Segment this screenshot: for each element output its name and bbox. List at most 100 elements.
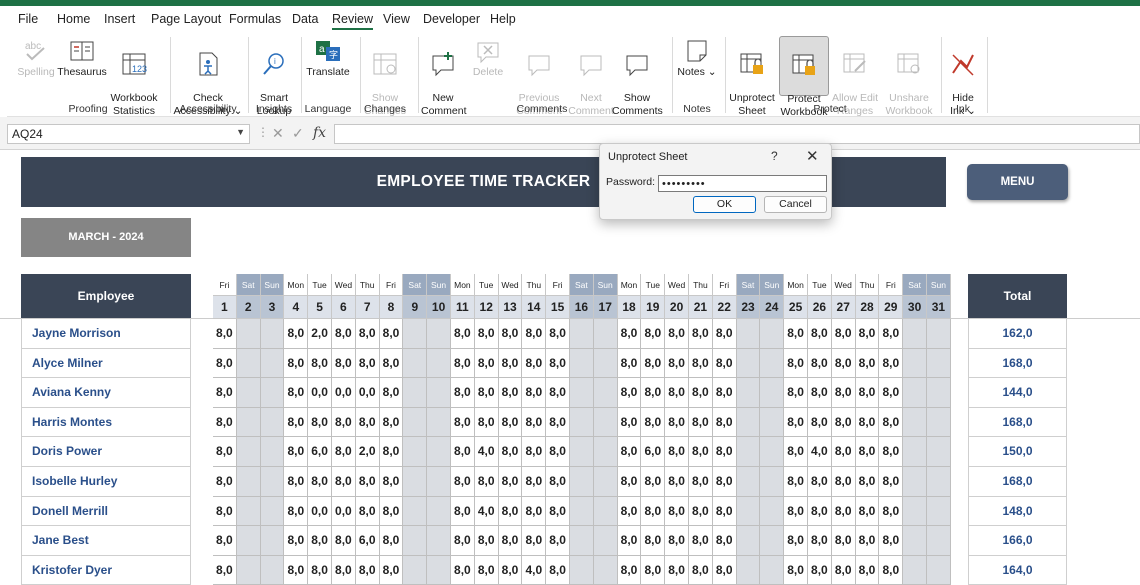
employee-name[interactable]: Kristofer Dyer [21, 555, 191, 585]
hours-cell[interactable]: 8,0 [522, 496, 547, 527]
hours-cell[interactable]: 8,0 [451, 319, 475, 349]
hours-cell[interactable] [236, 555, 261, 585]
hours-cell[interactable]: 8,0 [617, 348, 642, 379]
hours-cell[interactable] [927, 496, 951, 527]
hours-cell[interactable]: 8,0 [689, 319, 713, 349]
hours-cell[interactable]: 8,0 [379, 555, 404, 585]
hours-cell[interactable] [927, 378, 951, 408]
hours-cell[interactable] [736, 407, 761, 438]
hours-cell[interactable]: 8,0 [831, 378, 856, 408]
hours-cell[interactable] [760, 437, 785, 467]
hours-cell[interactable] [570, 496, 594, 527]
hours-cell[interactable] [570, 437, 594, 467]
hours-cell[interactable]: 8,0 [498, 467, 523, 497]
tab-developer[interactable]: Developer [423, 12, 480, 26]
more-options-icon[interactable]: ⋮ [257, 125, 269, 139]
hours-cell[interactable] [570, 378, 594, 408]
hours-cell[interactable]: 8,0 [474, 555, 499, 585]
hours-cell[interactable]: 8,0 [284, 378, 309, 408]
tab-review[interactable]: Review [332, 12, 373, 30]
hours-cell[interactable]: 8,0 [784, 467, 808, 497]
hours-cell[interactable]: 8,0 [831, 467, 856, 497]
hours-cell[interactable] [927, 348, 951, 379]
hours-cell[interactable] [736, 437, 761, 467]
hours-cell[interactable] [593, 437, 618, 467]
hours-cell[interactable]: 8,0 [522, 467, 547, 497]
hours-cell[interactable]: 8,0 [498, 319, 523, 349]
hours-cell[interactable]: 8,0 [379, 348, 404, 379]
employee-name[interactable]: Harris Montes [21, 407, 191, 438]
hours-cell[interactable]: 8,0 [879, 555, 904, 585]
hours-cell[interactable] [760, 378, 785, 408]
hours-cell[interactable]: 8,0 [641, 348, 666, 379]
hours-cell[interactable]: 8,0 [617, 496, 642, 527]
hours-cell[interactable]: 8,0 [498, 526, 523, 556]
hours-cell[interactable]: 8,0 [379, 526, 404, 556]
hours-cell[interactable]: 8,0 [712, 378, 737, 408]
hours-cell[interactable]: 8,0 [831, 496, 856, 527]
hours-cell[interactable]: 0,0 [308, 378, 332, 408]
hours-cell[interactable]: 8,0 [332, 437, 356, 467]
hours-cell[interactable]: 8,0 [712, 496, 737, 527]
hours-cell[interactable]: 8,0 [641, 319, 666, 349]
menu-button[interactable]: MENU [967, 164, 1068, 200]
close-icon[interactable]: ✕ [806, 147, 819, 165]
hours-cell[interactable]: 8,0 [498, 378, 523, 408]
hours-cell[interactable]: 8,0 [284, 496, 309, 527]
hours-cell[interactable]: 8,0 [808, 467, 832, 497]
tab-view[interactable]: View [383, 12, 410, 26]
hours-cell[interactable]: 8,0 [712, 526, 737, 556]
hours-cell[interactable]: 8,0 [665, 437, 689, 467]
hours-cell[interactable]: 8,0 [213, 467, 237, 497]
hours-cell[interactable]: 8,0 [879, 319, 904, 349]
hours-cell[interactable]: 8,0 [379, 437, 404, 467]
hours-cell[interactable]: 8,0 [617, 319, 642, 349]
hours-cell[interactable]: 8,0 [451, 496, 475, 527]
hours-cell[interactable] [760, 526, 785, 556]
hours-cell[interactable]: 8,0 [498, 348, 523, 379]
hours-cell[interactable]: 8,0 [355, 319, 380, 349]
hours-cell[interactable] [236, 378, 261, 408]
hours-cell[interactable]: 6,0 [641, 437, 666, 467]
hours-cell[interactable] [403, 348, 428, 379]
hours-cell[interactable]: 8,0 [546, 348, 570, 379]
hours-cell[interactable]: 8,0 [784, 555, 808, 585]
hours-cell[interactable]: 8,0 [474, 348, 499, 379]
hours-cell[interactable]: 6,0 [308, 437, 332, 467]
hours-cell[interactable] [570, 348, 594, 379]
hours-cell[interactable]: 8,0 [784, 526, 808, 556]
hours-cell[interactable] [427, 407, 451, 438]
hours-cell[interactable]: 8,0 [213, 348, 237, 379]
hours-cell[interactable] [403, 496, 428, 527]
name-box[interactable]: AQ24 ▼ [7, 124, 250, 144]
hours-cell[interactable]: 8,0 [831, 407, 856, 438]
password-field[interactable]: ••••••••• [658, 175, 827, 192]
hours-cell[interactable]: 8,0 [689, 555, 713, 585]
hours-cell[interactable] [427, 378, 451, 408]
hours-cell[interactable] [736, 555, 761, 585]
enter-icon[interactable]: ✓ [292, 125, 304, 142]
employee-name[interactable]: Doris Power [21, 437, 191, 467]
tab-help[interactable]: Help [490, 12, 516, 26]
hours-cell[interactable]: 8,0 [308, 348, 332, 379]
hours-cell[interactable]: 8,0 [855, 555, 880, 585]
hours-cell[interactable]: 8,0 [379, 378, 404, 408]
hours-cell[interactable]: 8,0 [451, 555, 475, 585]
hours-cell[interactable]: 8,0 [617, 555, 642, 585]
hours-cell[interactable]: 8,0 [879, 526, 904, 556]
hours-cell[interactable]: 8,0 [784, 319, 808, 349]
hours-cell[interactable] [903, 378, 927, 408]
hours-cell[interactable] [403, 526, 428, 556]
hours-cell[interactable]: 8,0 [522, 526, 547, 556]
unshare-workbook-button[interactable]: Unshare Workbook [884, 38, 934, 118]
hours-cell[interactable]: 8,0 [712, 319, 737, 349]
hours-cell[interactable]: 8,0 [332, 407, 356, 438]
hours-cell[interactable]: 8,0 [474, 467, 499, 497]
hours-cell[interactable] [260, 348, 285, 379]
hours-cell[interactable] [427, 555, 451, 585]
hours-cell[interactable] [927, 467, 951, 497]
hours-cell[interactable]: 8,0 [855, 407, 880, 438]
hours-cell[interactable] [927, 555, 951, 585]
hours-cell[interactable]: 8,0 [546, 467, 570, 497]
tab-file[interactable]: File [18, 12, 38, 26]
